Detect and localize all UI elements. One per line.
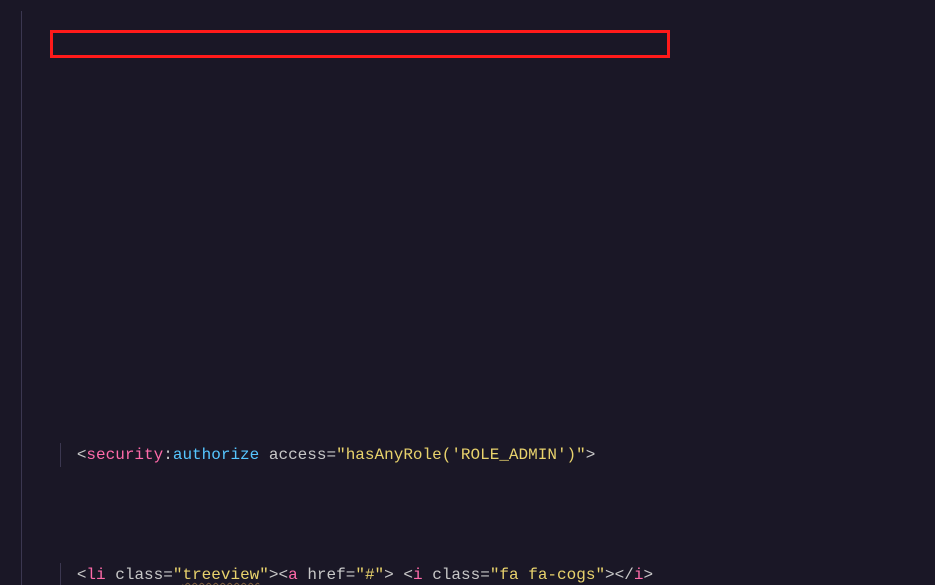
highlight-selection-box [50, 30, 670, 58]
code-line[interactable]: <security:authorize access="hasAnyRole('… [0, 443, 935, 467]
code-editor[interactable]: <security:authorize access="hasAnyRole('… [0, 0, 935, 585]
code-line[interactable]: <li class="treeview"><a href="#"> <i cla… [0, 563, 935, 585]
